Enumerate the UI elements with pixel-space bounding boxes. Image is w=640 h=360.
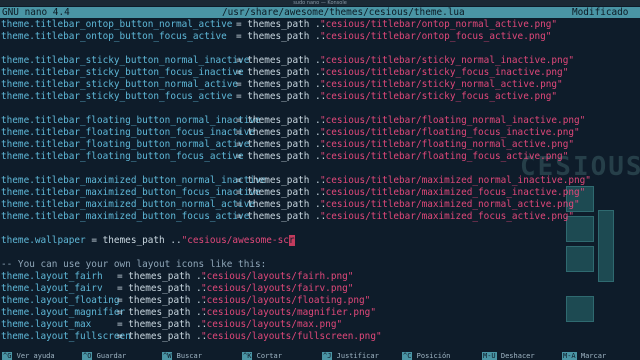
code-operator: = themes_path .. [236, 55, 332, 66]
shortcut-key: M-U [482, 352, 497, 360]
shortcut-item[interactable]: M-U Deshacer [482, 352, 535, 360]
shortcut-key: ^O [82, 352, 93, 360]
code-operator: = themes_path .. [236, 91, 332, 102]
code-string: "cesious/titlebar/maximized_focus_inacti… [320, 187, 586, 198]
code-key: theme.titlebar_maximized_button_normal_i… [1, 175, 267, 186]
file-path: /usr/share/awesome/themes/cesious/theme.… [222, 7, 465, 18]
code-string: "cesious/titlebar/floating_normal_inacti… [320, 115, 586, 126]
code-string: "cesious/titlebar/sticky_focus_inactive.… [320, 67, 569, 78]
code-operator: = themes_path .. [117, 283, 213, 294]
code-operator: = themes_path .. [236, 151, 332, 162]
code-operator: = themes_path .. [236, 67, 332, 78]
code-key: theme.layout_fairv [1, 283, 103, 294]
shortcut-bar: ^G Ver ayuda ^O Guardar ^W Buscar ^K Cortar… [0, 352, 640, 360]
code-key: theme.titlebar_maximized_button_normal_a… [1, 199, 255, 210]
shortcut-label: Cortar [252, 352, 282, 360]
shortcut-label: Marcar [576, 352, 607, 360]
code-string: "cesious/layouts/magnifier.png" [201, 307, 376, 318]
code-operator: = themes_path .. [117, 295, 213, 306]
code-operator: = themes_path .. [117, 331, 213, 342]
shortcut-item[interactable]: ^J Justificar [322, 352, 379, 360]
code-operator: = themes_path .. [236, 139, 332, 150]
shortcut-item[interactable]: ^O Guardar [82, 352, 126, 360]
shortcut-key: ^W [162, 352, 173, 360]
shortcut-label: Posición [412, 352, 451, 360]
code-string: "cesious/titlebar/floating_normal_active… [320, 139, 574, 150]
code-line: theme.wallpaper = themes_path .."cesious… [1, 235, 295, 247]
code-string: "cesious/layouts/max.png" [201, 319, 343, 330]
code-string: "cesious/titlebar/maximized_focus_active… [320, 211, 574, 222]
window-titlebar: sudo nano — Konsole [0, 0, 640, 6]
code-key: theme.wallpaper [1, 235, 86, 246]
code-key: theme.titlebar_maximized_button_focus_ac… [1, 211, 250, 222]
code-key: theme.layout_max [1, 319, 92, 330]
shortcut-item[interactable]: ^K Cortar [242, 352, 282, 360]
code-string: "cesious/titlebar/maximized_normal_inact… [320, 175, 591, 186]
code-string: "cesious/layouts/fullscreen.png" [201, 331, 382, 342]
code-operator: = themes_path .. [236, 175, 332, 186]
code-operator: = themes_path .. [236, 31, 332, 42]
code-comment: -- You can use your own layout icons lik… [1, 259, 267, 270]
shortcut-item[interactable]: ^C Posición [402, 352, 450, 360]
code-key: theme.titlebar_ontop_button_focus_active [1, 31, 227, 42]
code-key: theme.titlebar_floating_button_focus_act… [1, 151, 244, 162]
code-operator: = themes_path .. [236, 199, 332, 210]
code-string: "cesious/titlebar/sticky_normal_inactive… [320, 55, 574, 66]
shortcut-key: M-A [562, 352, 577, 360]
shortcut-item[interactable]: M-A Marcar [562, 352, 606, 360]
code-key: theme.titlebar_floating_button_normal_in… [1, 115, 261, 126]
shortcut-key: ^J [322, 352, 333, 360]
code-operator: = themes_path .. [117, 307, 213, 318]
code-string: "cesious/layouts/fairv.png" [201, 283, 354, 294]
code-string: "cesious/titlebar/maximized_normal_activ… [320, 199, 580, 210]
code-key: theme.layout_fullscreen [1, 331, 131, 342]
code-operator: = themes_path .. [236, 79, 332, 90]
code-string: "cesious/titlebar/sticky_focus_active.pn… [320, 91, 558, 102]
code-string: "cesious/titlebar/ontop_focus_active.png… [320, 31, 552, 42]
code-string: "cesious/titlebar/floating_focus_inactiv… [320, 127, 580, 138]
code-key: theme.titlebar_ontop_button_normal_activ… [1, 19, 233, 30]
code-key: theme.titlebar_floating_button_normal_ac… [1, 139, 250, 150]
code-operator: = themes_path .. [236, 127, 332, 138]
code-string: "cesious/titlebar/ontop_normal_active.pn… [320, 19, 558, 30]
code-operator: = themes_path .. [117, 319, 213, 330]
shortcut-label: Justificar [332, 352, 379, 360]
shortcut-item[interactable]: ^G Ver ayuda [2, 352, 55, 360]
code-key: theme.titlebar_sticky_button_focus_inact… [1, 67, 244, 78]
code-key: theme.titlebar_floating_button_focus_ina… [1, 127, 255, 138]
code-key: theme.layout_magnifier [1, 307, 126, 318]
nano-header-bar: GNU nano 4.4 /usr/share/awesome/themes/c… [0, 7, 640, 18]
code-operator: = themes_path .. [236, 19, 332, 30]
shortcut-label: Guardar [92, 352, 127, 360]
code-string: "cesious/awesome-sc [181, 235, 289, 246]
code-string: "cesious/layouts/fairh.png" [201, 271, 354, 282]
code-operator: = themes_path .. [117, 271, 213, 282]
modified-status: Modificado [572, 7, 629, 18]
shortcut-label: Ver ayuda [12, 352, 55, 360]
window-title: sudo nano — Konsole [293, 0, 347, 6]
code-key: theme.layout_fairh [1, 271, 103, 282]
code-string: "cesious/titlebar/floating_focus_active.… [320, 151, 569, 162]
code-key: theme.titlebar_sticky_button_focus_activ… [1, 91, 233, 102]
code-operator: = themes_path .. [236, 115, 332, 126]
text-cursor: r [288, 235, 295, 246]
code-operator: = themes_path .. [85, 235, 182, 246]
nano-version: GNU nano 4.4 [2, 7, 70, 18]
code-key: theme.titlebar_maximized_button_focus_in… [1, 187, 261, 198]
shortcut-key: ^K [242, 352, 253, 360]
code-string: "cesious/layouts/floating.png" [201, 295, 371, 306]
shortcut-key: ^C [402, 352, 413, 360]
code-operator: = themes_path .. [236, 211, 332, 222]
code-key: theme.titlebar_sticky_button_normal_acti… [1, 79, 239, 90]
shortcut-label: Buscar [172, 352, 202, 360]
code-string: "cesious/titlebar/sticky_normal_active.p… [320, 79, 563, 90]
shortcut-item[interactable]: ^W Buscar [162, 352, 202, 360]
code-key: theme.layout_floating [1, 295, 120, 306]
shortcut-key: ^G [2, 352, 13, 360]
code-key: theme.titlebar_sticky_button_normal_inac… [1, 55, 250, 66]
code-operator: = themes_path .. [236, 187, 332, 198]
shortcut-label: Deshacer [496, 352, 535, 360]
code-line: -- You can use your own layout icons lik… [1, 259, 266, 271]
